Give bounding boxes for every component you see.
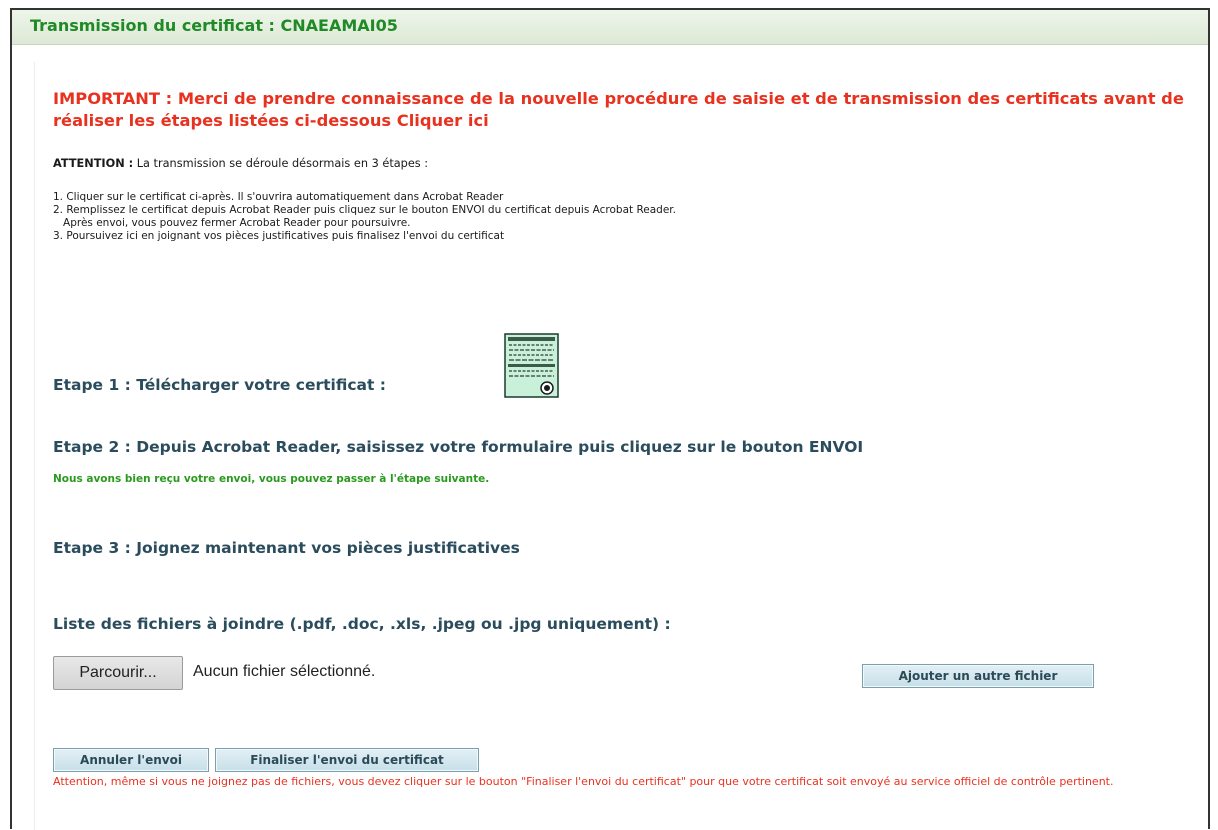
step-item: Après envoi, vous pouvez fermer Acrobat … xyxy=(53,217,411,229)
step-item: 3. Poursuivez ici en joignant vos pièces… xyxy=(53,230,505,242)
warning-message: Attention, même si vous ne joignez pas d… xyxy=(53,775,1114,788)
step1-heading: Etape 1 : Télécharger votre certificat : xyxy=(53,376,386,394)
file-status: Aucun fichier sélectionné. xyxy=(193,663,376,680)
steps-list: 1. Cliquer sur le certificat ci-après. I… xyxy=(53,191,676,243)
page-title: Transmission du certificat : CNAEAMAI05 xyxy=(30,16,398,35)
finalize-button[interactable]: Finaliser l'envoi du certificat xyxy=(215,748,479,772)
attention-body: La transmission se déroule désormais en … xyxy=(133,157,429,170)
step2-heading: Etape 2 : Depuis Acrobat Reader, saisiss… xyxy=(53,438,864,456)
cancel-button[interactable]: Annuler l'envoi xyxy=(53,748,209,772)
browse-button[interactable]: Parcourir... xyxy=(53,656,183,690)
attention-text: ATTENTION : La transmission se déroule d… xyxy=(53,157,428,170)
file-list-label: Liste des fichiers à joindre (.pdf, .doc… xyxy=(53,615,671,633)
title-bar: Transmission du certificat : CNAEAMAI05 xyxy=(12,10,1208,45)
step-item: 2. Remplissez le certificat depuis Acrob… xyxy=(53,204,676,216)
page-frame: Transmission du certificat : CNAEAMAI05 … xyxy=(10,8,1210,830)
document-certificate-icon[interactable] xyxy=(504,333,559,398)
attention-label: ATTENTION : xyxy=(53,157,134,170)
success-message: Nous avons bien reçu votre envoi, vous p… xyxy=(53,473,490,485)
main-content: IMPORTANT : Merci de prendre connaissanc… xyxy=(34,62,1205,830)
step-item: 1. Cliquer sur le certificat ci-après. I… xyxy=(53,191,504,203)
add-file-button[interactable]: Ajouter un autre fichier xyxy=(862,664,1094,688)
step3-heading: Etape 3 : Joignez maintenant vos pièces … xyxy=(53,539,520,557)
important-notice-link[interactable]: IMPORTANT : Merci de prendre connaissanc… xyxy=(53,88,1203,132)
